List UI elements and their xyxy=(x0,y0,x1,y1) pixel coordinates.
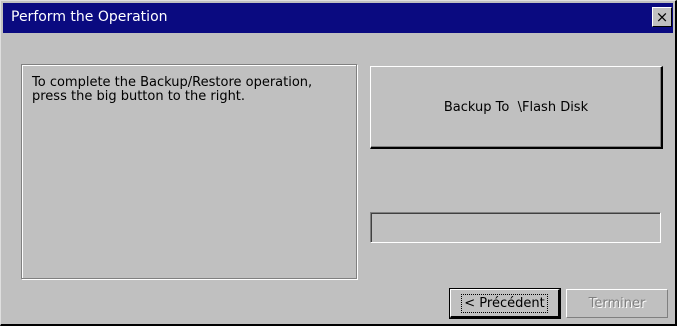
previous-button[interactable]: < Précédent xyxy=(449,288,561,319)
instructions-text: To complete the Backup/Restore operation… xyxy=(32,75,313,104)
dialog-window: Perform the Operation × To complete the … xyxy=(0,0,677,326)
finish-button[interactable]: Terminer xyxy=(566,289,668,318)
instructions-panel: To complete the Backup/Restore operation… xyxy=(21,64,357,279)
previous-button-label: < Précédent xyxy=(461,293,548,313)
backup-button[interactable]: Backup To \Flash Disk xyxy=(370,66,663,149)
progress-bar xyxy=(370,212,661,243)
window-title: Perform the Operation xyxy=(11,9,168,25)
close-icon: × xyxy=(655,8,669,26)
close-button[interactable]: × xyxy=(652,7,672,27)
title-bar: Perform the Operation × xyxy=(3,3,673,33)
